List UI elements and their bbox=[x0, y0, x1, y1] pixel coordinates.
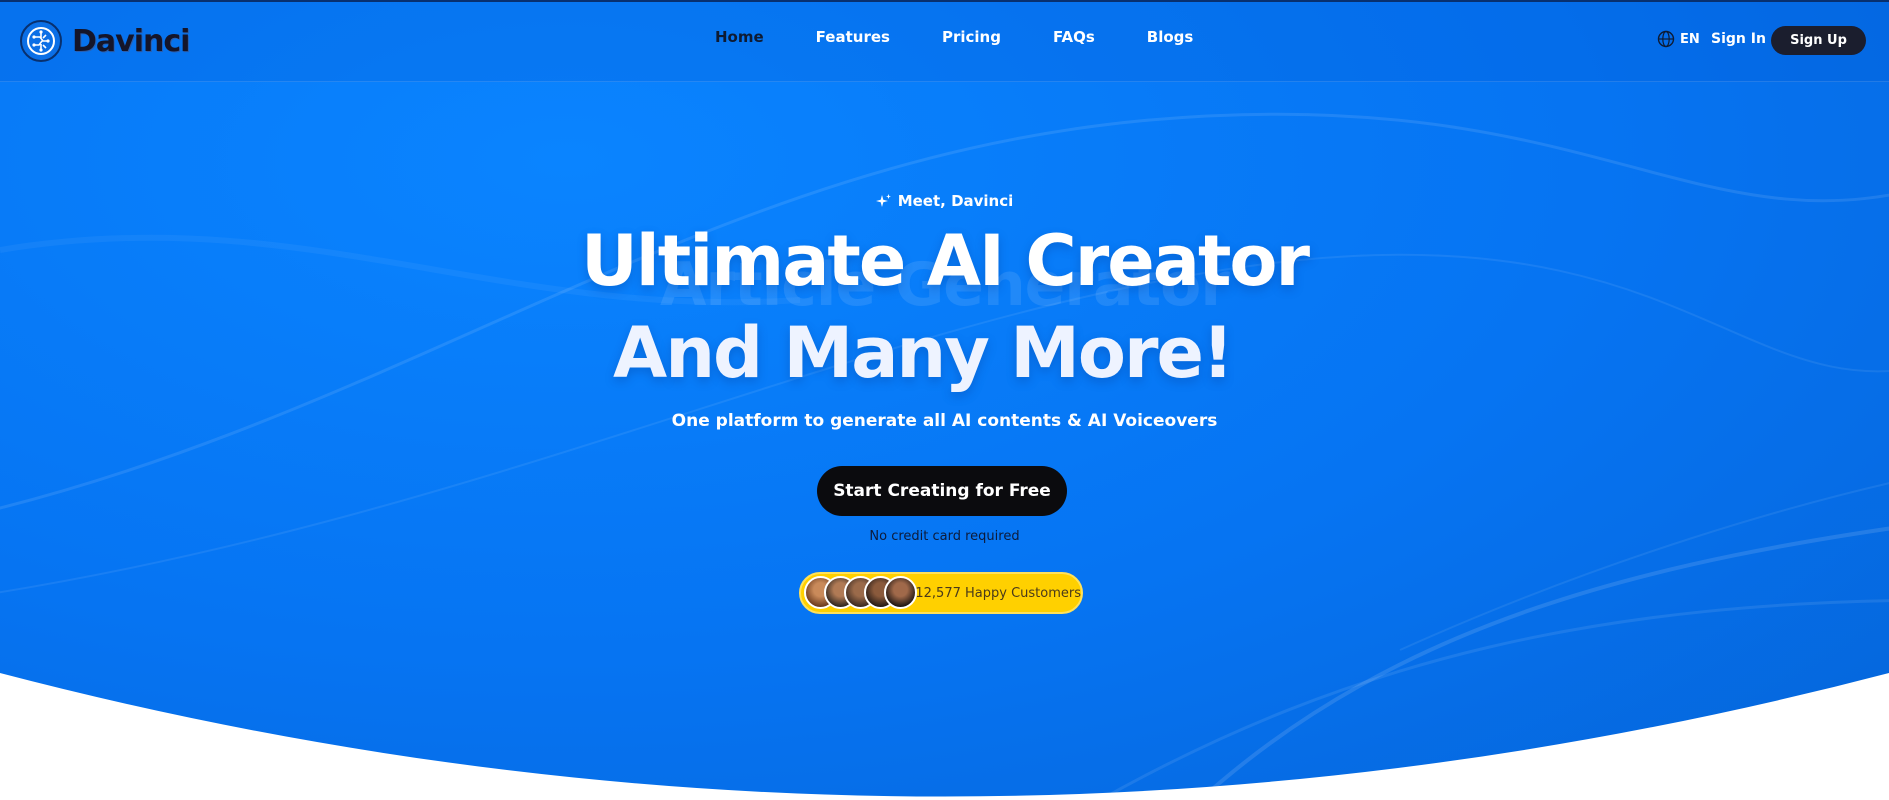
language-selector[interactable]: EN bbox=[1657, 30, 1700, 48]
brand-logo[interactable]: Davinci bbox=[20, 20, 190, 62]
hero-eyebrow: Meet, Davinci bbox=[0, 192, 1889, 210]
main-nav: Home Features Pricing FAQs Blogs bbox=[715, 28, 1245, 46]
hero-eyebrow-text: Meet, Davinci bbox=[897, 192, 1014, 210]
brand-name: Davinci bbox=[72, 23, 190, 59]
nav-item-home[interactable]: Home bbox=[715, 28, 764, 46]
nav-item-pricing[interactable]: Pricing bbox=[942, 28, 1001, 46]
sign-in-link[interactable]: Sign In bbox=[1711, 31, 1766, 47]
customers-count-label: 12,577 Happy Customers bbox=[915, 585, 1081, 601]
start-creating-button[interactable]: Start Creating for Free bbox=[817, 466, 1067, 516]
site-header: Davinci Home Features Pricing FAQs Blogs… bbox=[0, 0, 1889, 82]
hero-subtitle: One platform to generate all AI contents… bbox=[671, 411, 1218, 431]
background-waves bbox=[0, 112, 1889, 800]
cta-note: No credit card required bbox=[869, 529, 1020, 544]
avatar bbox=[884, 576, 917, 609]
nav-item-features[interactable]: Features bbox=[816, 28, 890, 46]
sign-up-button[interactable]: Sign Up bbox=[1771, 26, 1866, 55]
globe-icon bbox=[1657, 30, 1675, 48]
hero-title-line1: Ultimate AI Creator bbox=[580, 220, 1310, 302]
hero-title-line2: And Many More! bbox=[613, 312, 1234, 394]
customer-avatars bbox=[804, 574, 917, 612]
happy-customers-badge: 12,577 Happy Customers bbox=[799, 572, 1083, 614]
hero-section: Davinci Home Features Pricing FAQs Blogs… bbox=[0, 0, 1889, 800]
nav-item-blogs[interactable]: Blogs bbox=[1147, 28, 1194, 46]
sparkles-icon bbox=[875, 194, 891, 207]
nav-item-faqs[interactable]: FAQs bbox=[1053, 28, 1095, 46]
language-label: EN bbox=[1680, 31, 1700, 47]
brain-logo-icon bbox=[20, 20, 62, 62]
